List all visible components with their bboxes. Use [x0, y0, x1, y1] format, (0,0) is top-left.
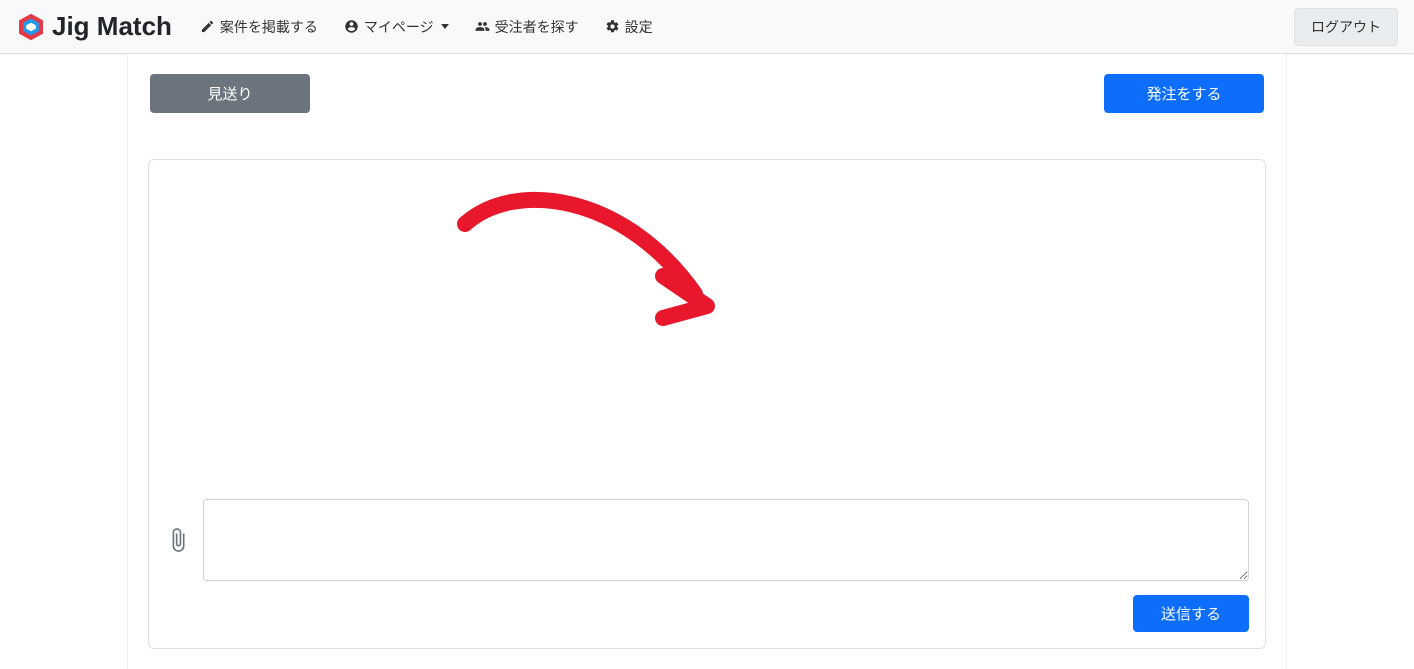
nav-post-job[interactable]: 案件を掲載する [190, 11, 328, 43]
chat-body [165, 174, 1249, 499]
decline-button[interactable]: 見送り [150, 74, 310, 113]
nav-find-contractor-label: 受注者を探す [495, 17, 579, 37]
brand-name: Jig Match [52, 11, 172, 42]
message-input[interactable] [203, 499, 1249, 581]
arrow-annotation [445, 184, 745, 344]
users-icon [475, 19, 490, 34]
brand[interactable]: Jig Match [16, 11, 178, 42]
logout-button[interactable]: ログアウト [1294, 8, 1398, 46]
pencil-icon [200, 19, 215, 34]
order-button[interactable]: 発注をする [1104, 74, 1264, 113]
navbar: Jig Match 案件を掲載する マイページ 受注者を探す 設定 ログアウト [0, 0, 1414, 54]
nav-post-job-label: 案件を掲載する [220, 17, 318, 37]
page: 見送り 発注をする 送信する [0, 54, 1414, 669]
chat-panel: 送信する [148, 159, 1266, 649]
nav-settings[interactable]: 設定 [595, 11, 663, 43]
content-sheet: 見送り 発注をする 送信する [127, 54, 1287, 669]
logo-icon [16, 12, 46, 42]
nav-mypage[interactable]: マイページ [334, 11, 459, 43]
gear-icon [605, 19, 620, 34]
paperclip-icon[interactable] [165, 527, 191, 553]
send-button[interactable]: 送信する [1133, 595, 1249, 632]
send-row: 送信する [165, 595, 1249, 632]
nav-mypage-label: マイページ [364, 17, 434, 37]
user-circle-icon [344, 19, 359, 34]
nav-find-contractor[interactable]: 受注者を探す [465, 11, 589, 43]
chevron-down-icon [441, 24, 449, 29]
action-row: 見送り 発注をする [148, 74, 1266, 113]
message-input-row [165, 499, 1249, 581]
nav-settings-label: 設定 [625, 17, 653, 37]
navbar-left: Jig Match 案件を掲載する マイページ 受注者を探す 設定 [16, 11, 663, 43]
